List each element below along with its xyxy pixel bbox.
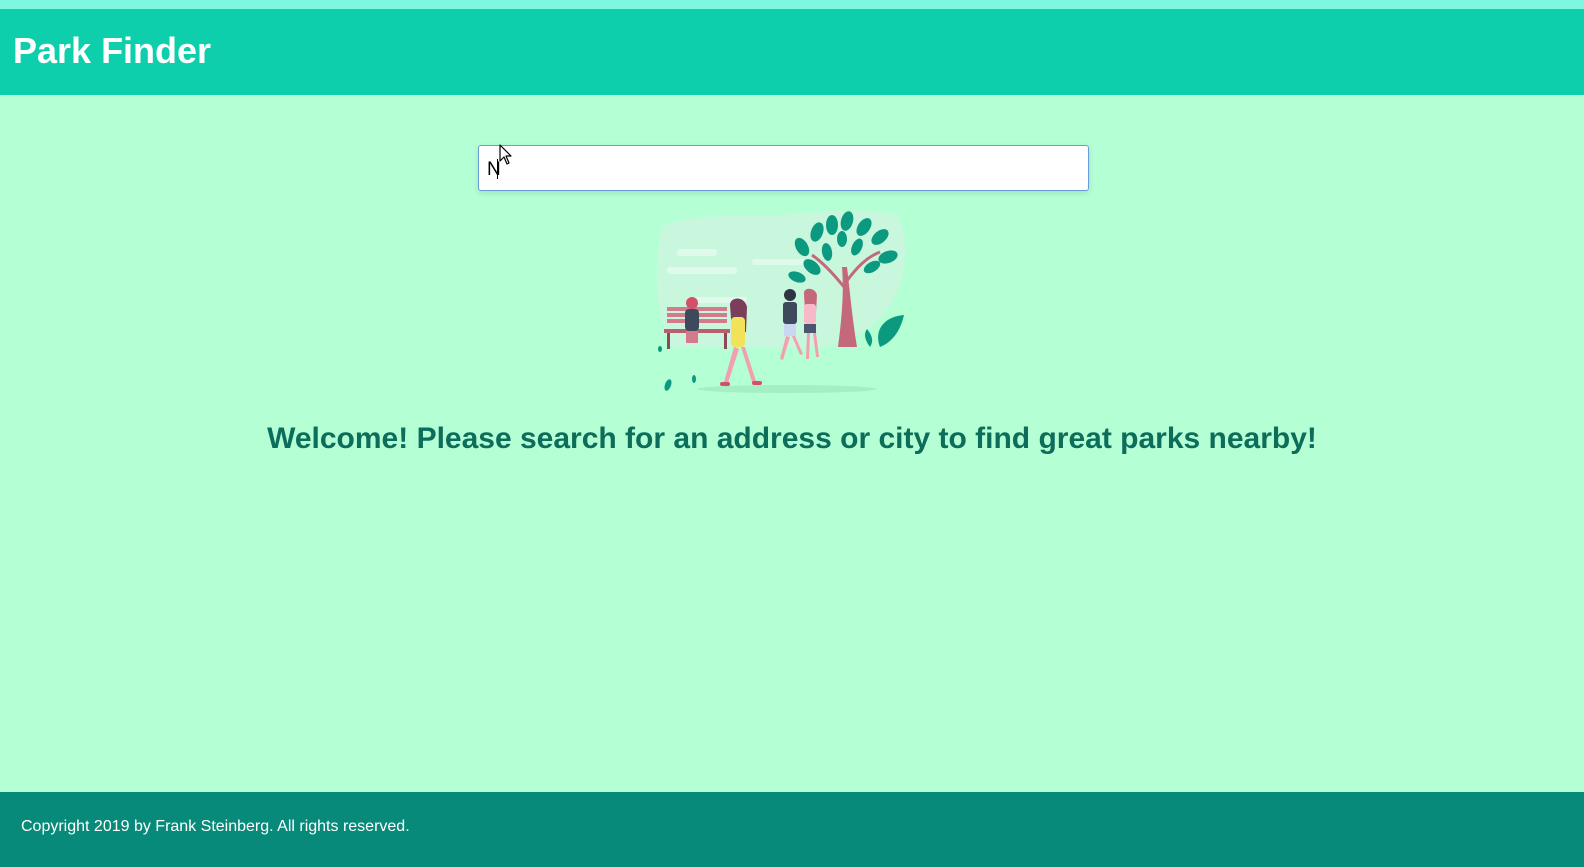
search-box[interactable] [478,145,1089,191]
welcome-message: Welcome! Please search for an address or… [267,422,1317,455]
park-people-illustration [656,210,906,393]
app-footer: Copyright 2019 by Frank Steinberg. All r… [0,792,1584,867]
mouse-pointer-icon [499,144,512,165]
copyright-text: Copyright 2019 by Frank Steinberg. All r… [21,818,410,835]
top-accent-strip [0,0,1584,9]
text-caret [497,159,498,179]
app-title: Park Finder [13,30,212,71]
app-header: Park Finder [0,9,1584,95]
search-input[interactable] [479,146,1088,190]
